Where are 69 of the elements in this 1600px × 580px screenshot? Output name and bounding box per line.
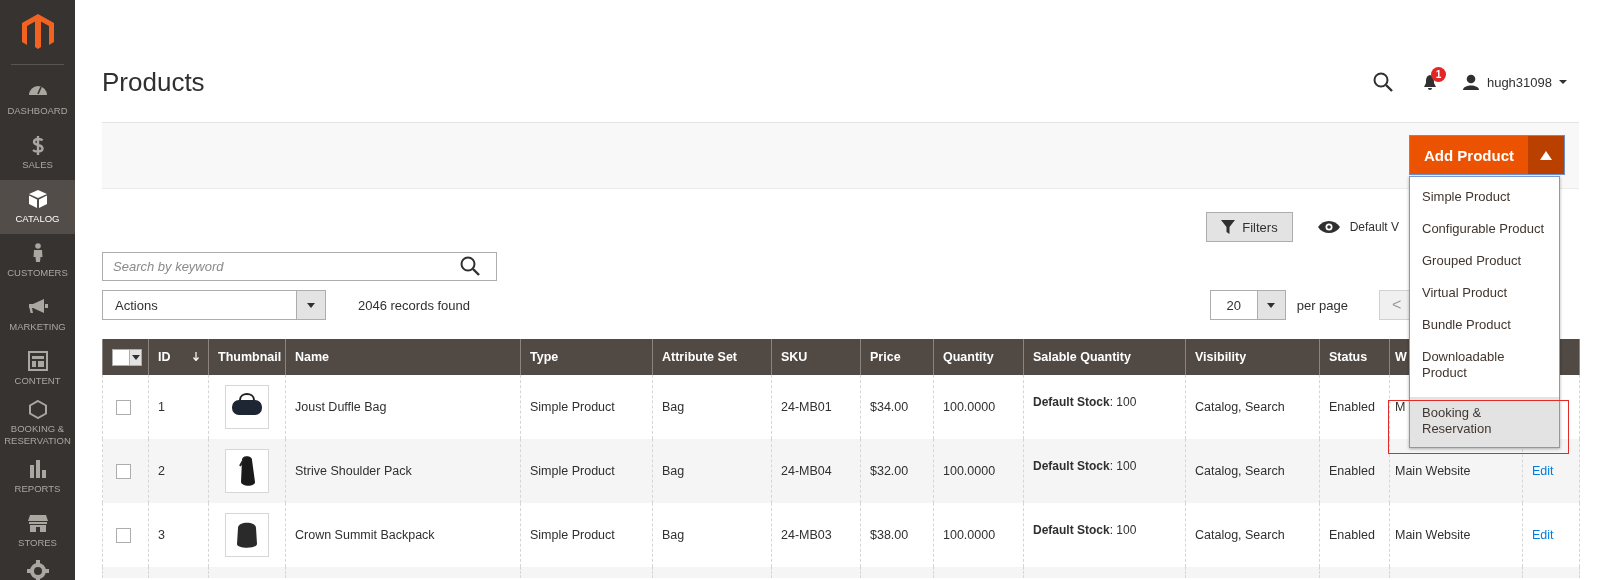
table-cell: 1	[158, 400, 165, 414]
table-cell: Bag	[662, 528, 685, 542]
column-header[interactable]: Price	[870, 350, 901, 364]
column-header[interactable]: ID	[158, 350, 171, 364]
per-page-select[interactable]: 20	[1209, 290, 1286, 320]
table-cell: Default Stock: 100	[1033, 395, 1137, 409]
table-cell: 24-MB01	[781, 400, 832, 414]
edit-link[interactable]: Edit	[1532, 528, 1554, 542]
search-field[interactable]: Search by keyword	[102, 252, 497, 281]
add-product-button[interactable]: Add Product	[1409, 135, 1528, 175]
table-cell: Enabled	[1329, 400, 1375, 414]
sidebar-item[interactable]: MARKETING	[0, 288, 75, 342]
table-cell: M	[1395, 400, 1406, 414]
menu-item[interactable]: Downloadable Product	[1410, 341, 1559, 389]
table-cell: Simple Product	[530, 528, 615, 542]
sidebar-item[interactable]: REPORTS	[0, 450, 75, 504]
table-cell: $34.00	[870, 400, 909, 414]
table-cell: Default Stock: 100	[1033, 523, 1137, 537]
table-cell: 24-MB03	[781, 528, 832, 542]
table-cell: Default Stock: 100	[1033, 459, 1137, 473]
table-cell: Bag	[662, 464, 685, 478]
user-menu[interactable]: hugh31098	[1462, 74, 1567, 90]
column-header[interactable]: Visibility	[1195, 350, 1247, 364]
sidebar-item[interactable]: STORES	[0, 504, 75, 558]
table-cell: Main Website	[1395, 464, 1471, 478]
table-cell: Enabled	[1329, 528, 1375, 542]
column-header[interactable]: Type	[530, 350, 559, 364]
table-cell: Catalog, Search	[1195, 400, 1285, 414]
table-cell: 100.0000	[943, 464, 996, 478]
table-cell: Enabled	[1329, 464, 1375, 478]
menu-item[interactable]: Virtual Product	[1410, 277, 1559, 309]
table-cell: Joust Duffle Bag	[295, 400, 387, 414]
column-header[interactable]: Name	[295, 350, 330, 364]
edit-link[interactable]: Edit	[1532, 464, 1554, 478]
actions-select[interactable]: Actions	[102, 290, 326, 320]
table-cell: 100.0000	[943, 528, 996, 542]
table-cell: Catalog, Search	[1195, 464, 1285, 478]
table-cell: Bag	[662, 400, 685, 414]
table-cell: 3	[158, 528, 165, 542]
table-cell: Simple Product	[530, 400, 615, 414]
menu-item[interactable]: Simple Product	[1410, 181, 1559, 213]
table-cell: 2	[158, 464, 165, 478]
sidebar-item[interactable]: CONTENT	[0, 342, 75, 396]
filters-button[interactable]: Filters	[1206, 212, 1293, 242]
column-header[interactable]: SKU	[781, 350, 808, 364]
table-cell: Simple Product	[530, 464, 615, 478]
sidebar-item[interactable]: CATALOG	[0, 180, 75, 234]
sidebar-item[interactable]: BOOKING & RESERVATION	[0, 396, 75, 450]
menu-item[interactable]: Configurable Product	[1410, 213, 1559, 245]
table-cell: 24-MB04	[781, 464, 832, 478]
column-header[interactable]: W	[1395, 350, 1407, 364]
table-cell: $38.00	[870, 528, 909, 542]
page-title: Products	[102, 66, 206, 98]
menu-item[interactable]: Bundle Product	[1410, 309, 1559, 341]
table-cell: Crown Summit Backpack	[295, 528, 435, 542]
view-switcher[interactable]: Default V	[1349, 220, 1399, 234]
table-cell: Main Website	[1395, 528, 1471, 542]
records-count: 2046 records found	[358, 297, 472, 313]
menu-item[interactable]: Grouped Product	[1410, 245, 1559, 277]
sidebar-item[interactable]: SALES	[0, 126, 75, 180]
table-cell: 100.0000	[943, 400, 996, 414]
per-page-label: per page	[1296, 297, 1348, 313]
table-cell: $32.00	[870, 464, 909, 478]
notification-badge: 1	[1430, 67, 1446, 82]
sidebar-item[interactable]: DASHBOARD	[0, 72, 75, 126]
table-cell: Strive Shoulder Pack	[295, 464, 412, 478]
sidebar-item[interactable]: CUSTOMERS	[0, 234, 75, 288]
table-cell: Catalog, Search	[1195, 528, 1285, 542]
menu-item[interactable]: Booking & Reservation	[1410, 397, 1559, 447]
